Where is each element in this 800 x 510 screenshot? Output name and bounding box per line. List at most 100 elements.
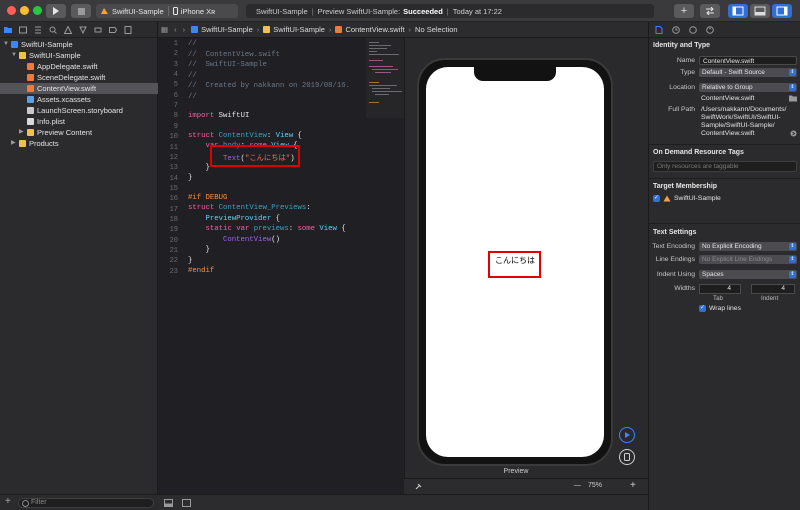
disclosure-open-icon[interactable]: ▼ [11,50,17,61]
tree-item-group[interactable]: ▶ Products [0,138,158,149]
history-icon[interactable] [672,25,680,34]
scheme-app[interactable]: SwiftUI-Sample [96,4,168,18]
zoom-out-button[interactable]: — [574,482,581,489]
live-preview-button[interactable] [619,427,635,443]
back-button[interactable]: ‹ [171,25,180,34]
code-token: struct [188,132,215,140]
odr-tags-field[interactable]: Only resources are taggable [653,161,797,172]
library-button[interactable]: + [674,4,694,18]
text-encoding-select[interactable]: No Explicit Encoding ⇕ [699,242,797,251]
line-endings-select[interactable]: No Explicit Line Endings ⇕ [699,255,797,264]
navigator-filter-input[interactable]: Filter [18,498,154,508]
run-button[interactable] [46,4,66,18]
line-number: 16 [169,195,178,204]
disclosure-open-icon[interactable]: ▼ [3,39,9,50]
tab-width-field[interactable]: 4 [699,284,741,294]
code-line: PreviewProvider { [205,215,280,223]
device-icon [624,453,630,461]
indent-caption: Indent [761,295,779,302]
line-number: 2 [173,50,178,59]
tree-item-file-selected[interactable]: ContentView.swift [0,83,158,94]
scheme-selector[interactable]: SwiftUI-Sample iPhone Xʀ [96,4,238,18]
reveal-in-finder-icon[interactable] [790,130,797,137]
test-icon[interactable] [79,26,87,34]
zoom-level[interactable]: 75% [588,482,602,489]
debug-area-icon[interactable] [164,499,173,507]
debug-icon[interactable] [94,26,102,34]
zoom-in-button[interactable]: + [630,480,636,491]
breadcrumb-group[interactable]: SwiftUI-Sample [260,25,328,34]
related-items-icon[interactable]: ▦ [158,25,171,34]
type-select[interactable]: Default - Swift Source ⇕ [699,68,797,77]
file-inspector-icon[interactable] [655,25,663,34]
disclosure-closed-icon[interactable]: ▶ [11,138,16,149]
scheme-device-label: iPhone Xʀ [180,6,216,16]
forward-button[interactable]: › [180,25,189,34]
breadcrumb-file[interactable]: ContentView.swift [332,25,407,34]
status-result: Succeeded [403,6,443,16]
line-number: 18 [169,215,178,224]
toolbar: SwiftUI-Sample iPhone Xʀ SwiftUI-Sample … [0,0,800,22]
indent-width-field[interactable]: 4 [751,284,795,294]
tree-item-file[interactable]: Info.plist [0,116,158,127]
line-number: 6 [173,91,178,100]
tree-item-label: Preview Content [37,128,93,137]
jump-bar: ▦ ‹ › SwiftUI-Sample › SwiftUI-Sample › … [158,22,648,38]
disclosure-closed-icon[interactable]: ▶ [19,127,24,138]
full-path-line: SwiftWork/SwiftUI/SwiftUI- [701,114,781,121]
wrap-lines-label: Wrap lines [709,305,741,312]
full-path-line: Sample/SwiftUI-Sample/ [701,122,775,129]
minimize-window-button[interactable] [20,6,29,15]
tree-item-file[interactable]: Assets.xcassets [0,94,158,105]
code-line: } [188,257,193,265]
target-membership-checkbox[interactable]: ✓ [653,195,660,202]
tree-item-project[interactable]: ▼ SwiftUI-Sample [0,39,158,50]
report-icon[interactable] [124,25,132,34]
location-filename: ContentView.swift [701,95,755,102]
warning-icon[interactable] [64,25,72,34]
toggle-navigator-button[interactable] [728,4,748,18]
tree-item-group[interactable]: ▶ Preview Content [0,127,158,138]
accessibility-icon[interactable] [706,25,714,34]
close-window-button[interactable] [7,6,16,15]
swift-file-icon [335,26,343,33]
find-icon[interactable] [49,26,57,34]
indent-using-select[interactable]: Spaces ⇕ [699,270,797,279]
minimap[interactable] [366,38,404,118]
tree-item-group[interactable]: ▼ SwiftUI-Sample [0,50,158,61]
wrap-lines-checkbox[interactable]: ✓ [699,305,706,312]
tree-item-file[interactable]: AppDelegate.swift [0,61,158,72]
folder-icon[interactable] [4,26,12,34]
line-number: 14 [169,174,178,183]
breakpoint-icon[interactable] [109,26,117,34]
scheme-device[interactable]: iPhone Xʀ [169,4,220,18]
line-number: 11 [169,143,178,152]
code-line: #endif [188,267,215,275]
breadcrumb-project[interactable]: SwiftUI-Sample [188,25,256,34]
breadcrumb-symbol[interactable]: No Selection [412,25,461,34]
code-token: ContentView [223,236,272,244]
console-icon[interactable] [182,499,191,507]
tree-item-file[interactable]: SceneDelegate.swift [0,72,158,83]
folder-icon[interactable] [789,95,797,102]
toggle-debug-area-button[interactable] [750,4,770,18]
add-file-icon[interactable]: + [5,496,11,507]
pin-icon[interactable] [414,483,422,491]
source-control-icon[interactable] [19,26,27,34]
stop-button[interactable] [71,4,91,18]
minimap-line [372,91,402,92]
indent-using-value: Spaces [702,271,724,278]
quick-help-icon[interactable] [689,25,697,34]
tree-item-file[interactable]: LaunchScreen.storyboard [0,105,158,116]
preview-on-device-button[interactable] [619,449,635,465]
symbol-icon[interactable] [34,26,42,34]
code-token: previews [253,225,289,233]
code-line: // ContentView.swift [188,51,280,59]
zoom-window-button[interactable] [33,6,42,15]
name-field[interactable]: ContentView.swift [699,56,797,65]
breadcrumb-label: ContentView.swift [345,25,405,34]
code-review-button[interactable] [700,4,720,18]
toggle-inspector-button[interactable] [772,4,792,18]
status-divider: | [311,6,314,16]
location-select[interactable]: Relative to Group ⇕ [699,83,797,92]
